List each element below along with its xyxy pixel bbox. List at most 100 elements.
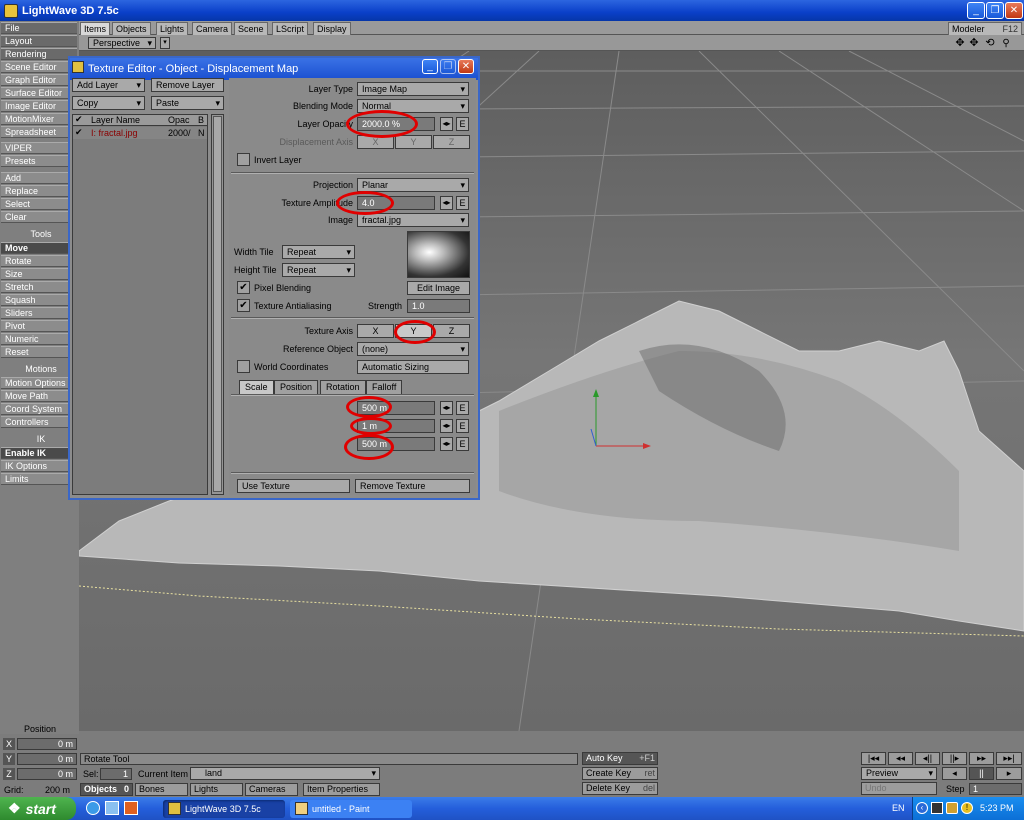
view-options-icon[interactable]: ▾ (160, 37, 170, 49)
paste-dropdown[interactable]: Paste (151, 96, 224, 110)
image-dropdown[interactable]: fractal.jpg (357, 213, 469, 227)
scale-x-envelope-button[interactable]: E (456, 401, 469, 415)
pan-view-icon[interactable]: ✥ (968, 38, 980, 50)
minimize-button[interactable]: _ (967, 2, 985, 19)
add-button[interactable]: Add (1, 172, 77, 184)
x-position-field[interactable]: 0 m (17, 738, 77, 750)
clear-button[interactable]: Clear (1, 211, 77, 223)
scale-z-slider-icon[interactable]: ◂▸ (440, 437, 453, 451)
play-icon[interactable]: ▸ (996, 767, 1022, 780)
replace-button[interactable]: Replace (1, 185, 77, 197)
taskbar-paint[interactable]: untitled - Paint (290, 800, 412, 818)
layer-type-dropdown[interactable]: Image Map (357, 82, 469, 96)
graph-editor-button[interactable]: Graph Editor (1, 74, 77, 86)
y-position-field[interactable]: 0 m (17, 753, 77, 765)
layer-opacity-envelope-button[interactable]: E (456, 117, 469, 131)
tab-falloff[interactable]: Falloff (366, 380, 403, 394)
image-editor-button[interactable]: Image Editor (1, 100, 77, 112)
invert-layer-checkbox[interactable] (237, 153, 250, 166)
current-item-dropdown[interactable]: land (190, 767, 380, 780)
tray-alert-icon[interactable]: ! (961, 802, 973, 814)
explorer-quicklaunch-icon[interactable] (105, 801, 119, 815)
layer-list[interactable] (72, 114, 208, 495)
prev-frame-icon[interactable]: ◂|| (915, 752, 940, 765)
texture-amplitude-slider-icon[interactable]: ◂▸ (440, 196, 453, 210)
rotate-view-icon[interactable]: ⟲ (984, 38, 996, 50)
coord-system-button[interactable]: Coord System (1, 403, 77, 415)
sliders-button[interactable]: Sliders (1, 307, 77, 319)
tab-rotation[interactable]: Rotation (320, 380, 366, 394)
height-tile-dropdown[interactable]: Repeat (282, 263, 355, 277)
reference-object-dropdown[interactable]: (none) (357, 342, 469, 356)
pause-icon[interactable]: || (969, 767, 994, 780)
last-frame-icon[interactable]: ▸▸| (996, 752, 1022, 765)
tab-scale[interactable]: Scale (239, 380, 274, 394)
motionmixer-button[interactable]: MotionMixer (1, 113, 77, 125)
scale-y-envelope-button[interactable]: E (456, 419, 469, 433)
motion-options-button[interactable]: Motion Options (1, 377, 77, 389)
cameras-button[interactable]: Cameras (245, 783, 298, 796)
limits-button[interactable]: Limits (1, 473, 77, 485)
squash-tool-button[interactable]: Squash (1, 294, 77, 306)
lights-button[interactable]: Lights (190, 783, 243, 796)
tab-scene[interactable]: Scene (234, 22, 268, 35)
move-view-icon[interactable]: ✥ (954, 38, 966, 50)
objects-button[interactable]: Objects 0 (80, 783, 133, 796)
menu-layout[interactable]: Layout (1, 35, 77, 47)
layer-opacity-slider-icon[interactable]: ◂▸ (440, 117, 453, 131)
undo-button[interactable]: Undo (861, 782, 937, 795)
tray-app-icon[interactable] (931, 802, 943, 814)
z-position-field[interactable]: 0 m (17, 768, 77, 780)
projection-dropdown[interactable]: Planar (357, 178, 469, 192)
media-quicklaunch-icon[interactable] (124, 801, 138, 815)
stretch-tool-button[interactable]: Stretch (1, 281, 77, 293)
width-tile-dropdown[interactable]: Repeat (282, 245, 355, 259)
close-button[interactable]: ✕ (1005, 2, 1023, 19)
texture-amplitude-envelope-button[interactable]: E (456, 196, 469, 210)
step-field[interactable]: 1 (969, 783, 1022, 795)
disp-axis-y-button[interactable]: Y (395, 135, 432, 149)
next-frame-icon[interactable]: ||▸ (942, 752, 967, 765)
tab-lights[interactable]: Lights (156, 22, 189, 35)
zoom-view-icon[interactable]: ⚲ (1000, 38, 1012, 50)
texed-maximize-button[interactable]: ❐ (440, 59, 456, 74)
surface-editor-button[interactable]: Surface Editor (1, 87, 77, 99)
pixel-blending-checkbox[interactable]: ✔ (237, 281, 250, 294)
move-tool-button[interactable]: Move (1, 242, 77, 254)
scale-z-envelope-button[interactable]: E (456, 437, 469, 451)
copy-dropdown[interactable]: Copy (72, 96, 145, 110)
strength-field[interactable]: 1.0 (407, 299, 470, 313)
pivot-button[interactable]: Pivot (1, 320, 77, 332)
texed-close-button[interactable]: ✕ (458, 59, 474, 74)
rotate-tool-button[interactable]: Rotate (1, 255, 77, 267)
modeler-button[interactable]: Modeler F12 (948, 22, 1022, 35)
add-layer-dropdown[interactable]: Add Layer (72, 78, 145, 92)
use-texture-button[interactable]: Use Texture (237, 479, 350, 493)
first-frame-icon[interactable]: |◂◂ (861, 752, 886, 765)
create-key-button[interactable]: Create Key ret (582, 767, 658, 780)
texed-minimize-button[interactable]: _ (422, 59, 438, 74)
texture-antialiasing-checkbox[interactable]: ✔ (237, 299, 250, 312)
language-indicator[interactable]: EN (892, 803, 905, 813)
tray-arrow-icon[interactable]: ‹ (916, 802, 928, 814)
move-path-button[interactable]: Move Path (1, 390, 77, 402)
scale-y-slider-icon[interactable]: ◂▸ (440, 419, 453, 433)
remove-texture-button[interactable]: Remove Texture (355, 479, 470, 493)
image-thumbnail[interactable] (407, 231, 470, 278)
next-key-icon[interactable]: ▸▸ (969, 752, 994, 765)
start-button[interactable]: ❖ start (0, 797, 76, 820)
tab-objects[interactable]: Objects (112, 22, 151, 35)
menu-rendering[interactable]: Rendering (1, 48, 77, 60)
world-coordinates-checkbox[interactable] (237, 360, 250, 373)
tab-position[interactable]: Position (274, 380, 319, 394)
scrollbar-thumb[interactable] (213, 116, 222, 492)
numeric-button[interactable]: Numeric (1, 333, 77, 345)
texture-axis-x-button[interactable]: X (357, 324, 394, 338)
play-reverse-icon[interactable]: ◂ (942, 767, 967, 780)
layer-enabled-check-icon[interactable]: ✔ (75, 127, 83, 138)
remove-layer-button[interactable]: Remove Layer (151, 78, 224, 92)
reset-button[interactable]: Reset (1, 346, 77, 358)
select-button[interactable]: Select (1, 198, 77, 210)
taskbar-lightwave[interactable]: LightWave 3D 7.5c (163, 800, 285, 818)
bones-button[interactable]: Bones (135, 783, 188, 796)
